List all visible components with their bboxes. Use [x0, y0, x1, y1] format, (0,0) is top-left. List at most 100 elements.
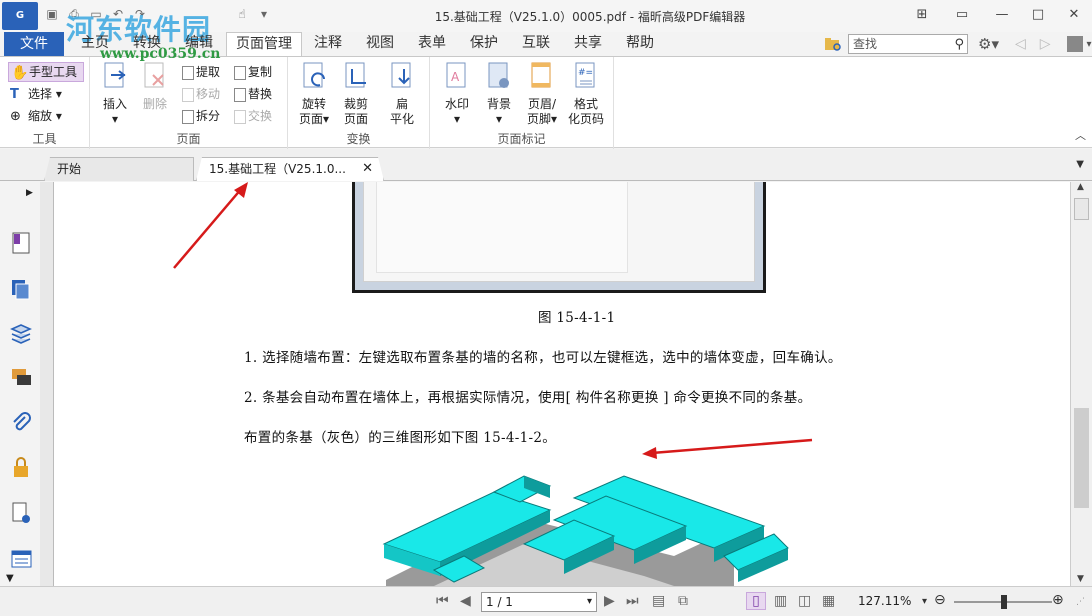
bates-numbering-icon: #=	[572, 61, 600, 93]
copy-page-button[interactable]: 复制	[234, 63, 272, 80]
bookmark-icon[interactable]	[10, 232, 32, 254]
layers-icon[interactable]	[10, 322, 32, 344]
crop-page-button[interactable]: 裁剪 页面	[338, 61, 374, 127]
replace-page-button[interactable]: 替换	[234, 85, 272, 102]
single-page-view-icon[interactable]: ▯	[746, 592, 766, 610]
tab-protect[interactable]: 保护	[460, 32, 508, 56]
move-icon	[182, 87, 194, 102]
flatten-button[interactable]: 扁 平化	[384, 61, 420, 127]
app-logo[interactable]: G	[2, 2, 38, 30]
first-page-icon[interactable]: ⏮	[436, 593, 449, 609]
split-page-button[interactable]: 拆分	[182, 107, 220, 124]
tab-start[interactable]: 开始	[44, 157, 194, 181]
close-button[interactable]: ✕	[1056, 0, 1092, 30]
tab-view[interactable]: 视图	[356, 32, 404, 56]
zoom-icon: ⊕	[10, 108, 21, 124]
chevron-down-icon[interactable]: ▾	[1087, 39, 1092, 50]
insert-page-button[interactable]: 插入 ▾	[98, 61, 132, 127]
flatten-label-2: 平化	[389, 112, 414, 126]
zoom-dropdown-icon[interactable]: ▾	[922, 596, 927, 607]
document-viewer[interactable]: 图 15-4-1-1 1. 选择随墙布置：左键选取布置条基的墙的名称，也可以左键…	[54, 182, 1070, 586]
search-icon[interactable]: ⚲	[954, 36, 964, 54]
continuous-facing-view-icon[interactable]: ▦	[822, 593, 835, 609]
last-page-icon[interactable]: ⏭	[626, 593, 639, 609]
scroll-down-icon[interactable]: ▼	[1077, 574, 1084, 584]
content-panel-icon[interactable]	[10, 548, 32, 570]
hand-tool-button[interactable]: ✋手型工具	[8, 62, 84, 82]
page-number-field[interactable]: 1 / 1 ▾	[481, 592, 597, 612]
insert-page-icon	[101, 61, 129, 93]
header-footer-icon	[528, 61, 556, 93]
header-footer-button[interactable]: 页眉/ 页脚▾	[522, 61, 562, 127]
resize-grip-icon: ⋰	[1076, 597, 1085, 607]
swap-page-button[interactable]: 交换	[234, 107, 272, 124]
export-icon[interactable]: ▤	[652, 593, 665, 609]
expand-panel-icon[interactable]: ▶	[26, 188, 33, 198]
chevron-down-icon[interactable]: ▾	[256, 6, 272, 22]
continuous-view-icon[interactable]: ▥	[774, 593, 787, 609]
panel-splitter[interactable]	[40, 182, 54, 586]
ribbon-options-icon[interactable]: ⊞	[904, 0, 940, 30]
next-page-icon[interactable]: ▶	[604, 593, 615, 609]
nav-forward-icon[interactable]: ▷	[1040, 36, 1051, 52]
split-label: 拆分	[196, 109, 221, 123]
extract-label: 提取	[196, 65, 221, 79]
page-dropdown-icon[interactable]: ▾	[587, 593, 592, 611]
tab-list-chevron-icon[interactable]: ▼	[1076, 159, 1084, 170]
collapse-ribbon-icon[interactable]: ︿	[1075, 127, 1086, 143]
tab-help[interactable]: 帮助	[616, 32, 664, 56]
page-thumbnails-icon[interactable]	[10, 278, 32, 300]
maximize-button[interactable]: □	[1020, 0, 1056, 30]
search-input[interactable]: 查找 ⚲	[848, 34, 968, 54]
hand-tool-icon[interactable]: ☝	[234, 6, 250, 22]
facing-view-icon[interactable]: ◫	[798, 593, 811, 609]
svg-text:#=: #=	[578, 68, 593, 78]
swap-label: 交换	[248, 109, 273, 123]
background-button[interactable]: 背景 ▾	[480, 61, 518, 127]
window-title: 15.基础工程（V25.1.0）0005.pdf - 福昕高级PDF编辑器	[434, 10, 746, 24]
pages-icon[interactable]: ⧉	[678, 593, 688, 609]
zoom-slider-thumb[interactable]	[1001, 595, 1007, 609]
rotate-page-button[interactable]: 旋转 页面▾	[294, 61, 334, 127]
zoom-out-icon[interactable]: ⊖	[934, 592, 946, 608]
split-view-handle[interactable]	[1074, 198, 1089, 220]
search-area: 查找 ⚲ ⚙▾ ◁ ▷ ▾	[824, 34, 1092, 54]
tab-form[interactable]: 表单	[408, 32, 456, 56]
watermark-button[interactable]: A 水印 ▾	[438, 61, 476, 127]
bates-numbering-button[interactable]: #= 格式 化页码	[566, 61, 606, 127]
nav-back-icon[interactable]: ◁	[1015, 36, 1026, 52]
comments-icon[interactable]	[10, 366, 32, 388]
zoom-in-icon[interactable]: ⊕	[1052, 592, 1064, 608]
folder-search-icon[interactable]	[824, 36, 842, 52]
delete-page-button[interactable]: 删除	[138, 61, 172, 112]
avatar[interactable]	[1066, 36, 1083, 52]
tab-comment[interactable]: 注释	[304, 32, 352, 56]
header-label-2: 页脚	[526, 112, 551, 126]
group-tools: ✋手型工具 T 选择 ▾ ⊕ 缩放 ▾ 工具	[0, 57, 90, 149]
tab-document[interactable]: 15.基础工程（V25.1.0... ✕	[196, 157, 384, 181]
lock-icon[interactable]	[10, 456, 32, 478]
tab-page-management[interactable]: 页面管理	[226, 32, 302, 57]
save-icon[interactable]: ▣	[44, 6, 60, 22]
minimize-button[interactable]: —	[984, 0, 1020, 30]
zoom-tool-button[interactable]: ⊕ 缩放 ▾	[10, 107, 62, 125]
gear-icon[interactable]: ⚙▾	[978, 35, 999, 53]
copy-icon	[234, 65, 246, 80]
tab-connect[interactable]: 互联	[512, 32, 560, 56]
document-signature-icon[interactable]	[10, 502, 32, 524]
panel-menu-chevron-icon[interactable]: ▼	[6, 573, 14, 584]
vertical-scrollbar[interactable]: ▲ ▼	[1070, 182, 1092, 586]
extract-page-button[interactable]: 提取	[182, 63, 220, 80]
paragraph-1: 1. 选择随墙布置：左键选取布置条基的墙的名称，也可以左键框选，选中的墙体变虚，…	[244, 350, 842, 366]
scrollbar-thumb[interactable]	[1074, 408, 1089, 508]
tab-share[interactable]: 共享	[564, 32, 612, 56]
select-tool-button[interactable]: T 选择 ▾	[10, 85, 62, 103]
previous-page-icon[interactable]: ◀	[460, 593, 471, 609]
zoom-level[interactable]: 127.11%	[858, 594, 911, 608]
attachment-icon[interactable]	[10, 412, 32, 434]
close-icon[interactable]: ✕	[362, 158, 373, 180]
scroll-up-icon[interactable]: ▲	[1077, 182, 1084, 192]
move-page-button[interactable]: 移动	[182, 85, 220, 102]
navigation-panel: ▶ ▼	[0, 182, 42, 586]
minimize-ribbon-icon[interactable]: ▭	[940, 0, 984, 30]
